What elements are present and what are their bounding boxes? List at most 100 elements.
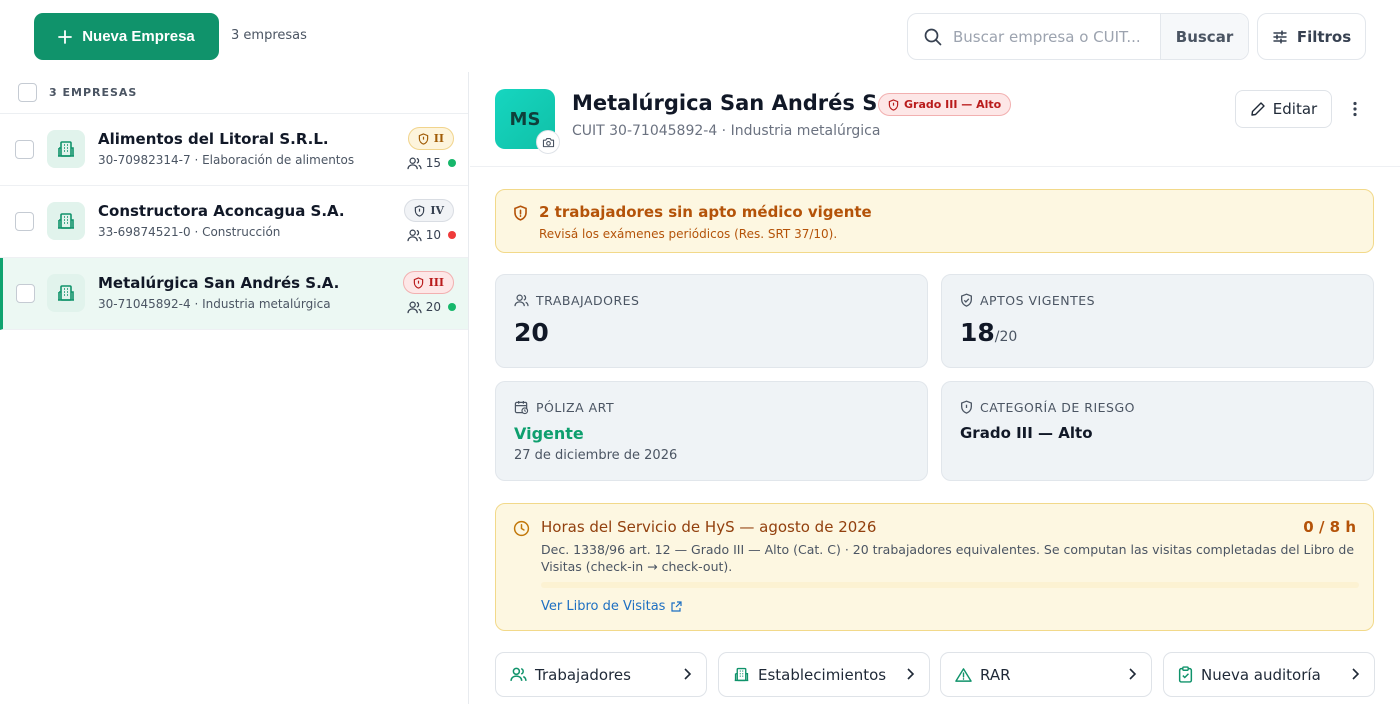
nav-card-rar[interactable]: RAR xyxy=(940,652,1152,697)
status-dot xyxy=(448,231,456,239)
filters-button[interactable]: Filtros xyxy=(1257,13,1366,60)
warning-icon xyxy=(955,667,972,682)
detail-header: MS Metalúrgica San Andrés S.A. Grado III… xyxy=(470,72,1400,167)
stat-label-text: PÓLIZA ART xyxy=(536,400,615,415)
company-row-constructora[interactable]: Constructora Aconcagua S.A. 33-69874521-… xyxy=(0,186,468,258)
hys-hours-panel: Horas del Servicio de HyS — agosto de 20… xyxy=(495,503,1374,631)
stat-value: 20 xyxy=(514,318,549,347)
search-button[interactable]: Buscar xyxy=(1160,14,1248,59)
nav-card-trabajadores[interactable]: Trabajadores xyxy=(495,652,707,697)
select-all-checkbox[interactable] xyxy=(18,83,37,102)
row-checkbox[interactable] xyxy=(15,212,34,231)
worker-count-value: 15 xyxy=(425,156,441,170)
risk-badge: Grado III — Alto xyxy=(878,93,1012,116)
worker-count-value: 20 xyxy=(425,300,441,314)
visit-book-link[interactable]: Ver Libro de Visitas xyxy=(541,599,683,614)
poliza-status: Vigente xyxy=(514,424,584,443)
shield-icon xyxy=(415,204,425,217)
company-row-metalurgica[interactable]: Metalúrgica San Andrés S.A. 30-71045892-… xyxy=(0,258,468,330)
hours-description: Dec. 1338/96 art. 12 — Grado III — Alto … xyxy=(541,542,1355,574)
shield-check-icon xyxy=(961,293,972,307)
clipboard-check-icon xyxy=(1178,666,1193,683)
risk-value: Grado III — Alto xyxy=(960,424,1093,442)
shield-icon xyxy=(413,276,423,289)
aptos-value: 18 xyxy=(960,318,995,347)
risk-grade: IV xyxy=(430,204,444,217)
building-icon xyxy=(47,202,85,240)
hours-value: 0 / 8 h xyxy=(1303,518,1356,536)
users-icon xyxy=(407,301,422,313)
users-icon xyxy=(514,294,529,307)
filters-label: Filtros xyxy=(1296,27,1352,46)
alert-title: 2 trabajadores sin apto médico vigente xyxy=(539,203,872,221)
risk-grade: III xyxy=(428,276,444,289)
stat-label-text: TRABAJADORES xyxy=(536,293,640,308)
risk-grade-badge: II xyxy=(407,127,454,150)
row-checkbox[interactable] xyxy=(15,140,34,159)
company-name: Metalúrgica San Andrés S.A. xyxy=(98,274,340,292)
alert-text: Revisá los exámenes periódicos (Res. SRT… xyxy=(539,227,838,241)
chevron-right-icon xyxy=(1352,668,1360,680)
edit-button[interactable]: Editar xyxy=(1235,90,1332,128)
top-toolbar: Nueva Empresa 3 empresas Buscar empresa … xyxy=(0,0,1400,72)
shield-alert-icon xyxy=(514,205,527,221)
worker-count: 15 xyxy=(407,156,456,170)
risk-grade-badge: IV xyxy=(404,199,454,222)
stat-value: 18/20 xyxy=(960,318,1017,347)
pencil-icon xyxy=(1251,102,1265,116)
nav-label: Trabajadores xyxy=(535,665,631,684)
medical-alert: 2 trabajadores sin apto médico vigente R… xyxy=(495,189,1374,253)
shield-icon xyxy=(961,400,972,414)
status-dot xyxy=(448,159,456,167)
stat-card-aptos: APTOS VIGENTES 18/20 xyxy=(941,274,1374,368)
camera-icon[interactable] xyxy=(536,130,560,154)
nav-card-nueva-auditoria[interactable]: Nueva auditoría xyxy=(1163,652,1375,697)
users-icon xyxy=(407,229,422,241)
stat-label-text: APTOS VIGENTES xyxy=(980,293,1096,308)
search-icon xyxy=(924,28,942,45)
nav-label: Nueva auditoría xyxy=(1201,665,1321,684)
company-name: Constructora Aconcagua S.A. xyxy=(98,202,345,220)
search-input[interactable]: Buscar empresa o CUIT... xyxy=(953,28,1158,46)
nav-card-establecimientos[interactable]: Establecimientos xyxy=(718,652,930,697)
risk-grade-badge: III xyxy=(402,271,454,294)
building-icon xyxy=(734,667,749,682)
company-count: 3 empresas xyxy=(231,28,307,43)
stat-card-risk: CATEGORÍA DE RIESGO Grado III — Alto xyxy=(941,381,1374,481)
company-cuit: 30-70982314-7 · Elaboración de alimentos xyxy=(98,153,355,167)
building-icon xyxy=(47,274,85,312)
stat-label: APTOS VIGENTES xyxy=(960,293,1095,308)
stat-label: PÓLIZA ART xyxy=(514,400,614,415)
status-dot xyxy=(448,303,456,311)
stat-label: CATEGORÍA DE RIESGO xyxy=(960,400,1135,415)
page-title: Metalúrgica San Andrés S.A. xyxy=(572,91,910,115)
list-header-label: 3 EMPRESAS xyxy=(49,86,138,99)
poliza-date: 27 de diciembre de 2026 xyxy=(514,448,678,463)
company-subtitle: CUIT 30-71045892-4 · Industria metalúrgi… xyxy=(572,123,881,139)
search-box: Buscar empresa o CUIT... Buscar xyxy=(907,13,1249,60)
chevron-right-icon xyxy=(684,668,692,680)
shield-icon xyxy=(418,132,428,145)
chevron-right-icon xyxy=(1129,668,1137,680)
building-icon xyxy=(47,130,85,168)
visit-book-link-label: Ver Libro de Visitas xyxy=(541,599,666,614)
plus-icon xyxy=(58,29,73,44)
users-icon xyxy=(510,667,527,681)
row-checkbox[interactable] xyxy=(16,284,35,303)
stat-card-workers: TRABAJADORES 20 xyxy=(495,274,928,368)
hours-progress-bar xyxy=(541,582,1359,588)
worker-count-value: 10 xyxy=(425,228,441,242)
company-list: 3 EMPRESAS Alimentos del Litoral S.R.L. … xyxy=(0,72,469,704)
worker-count: 10 xyxy=(407,228,456,242)
nav-label: Establecimientos xyxy=(758,665,887,684)
company-detail: MS Metalúrgica San Andrés S.A. Grado III… xyxy=(470,72,1400,704)
company-row-alimentos[interactable]: Alimentos del Litoral S.R.L. 30-70982314… xyxy=(0,114,468,186)
nav-label: RAR xyxy=(980,665,1011,684)
more-options-icon[interactable] xyxy=(1346,98,1364,120)
hours-title: Horas del Servicio de HyS — agosto de 20… xyxy=(541,518,877,536)
chevron-right-icon xyxy=(907,668,915,680)
list-header: 3 EMPRESAS xyxy=(0,72,468,114)
risk-grade: II xyxy=(433,132,444,145)
new-company-button[interactable]: Nueva Empresa xyxy=(34,13,219,60)
company-cuit: 30-71045892-4 · Industria metalúrgica xyxy=(98,297,331,311)
